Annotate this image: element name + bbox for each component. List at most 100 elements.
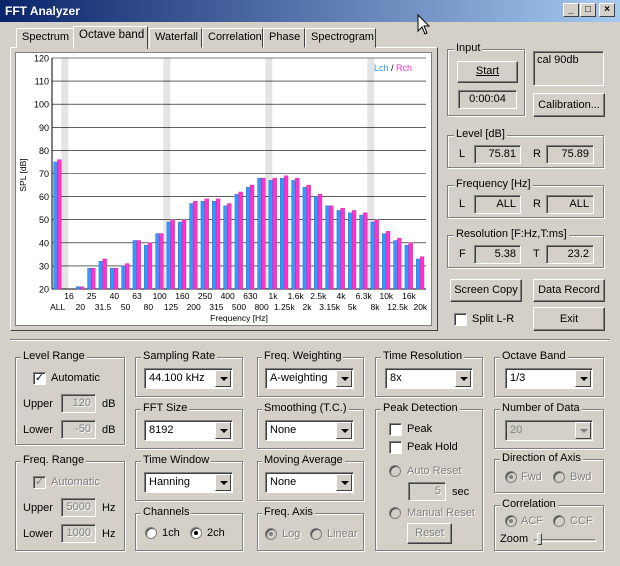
x-tick-label-row1: 40 [110,291,120,301]
bar-lch [404,244,409,290]
correlation-acf-radio[interactable] [505,515,517,527]
number-of-data-label: Number of Data [500,402,582,414]
x-tick-label-row1: 63 [132,291,142,301]
y-tick-label: 120 [34,54,49,64]
peak-hold-checkbox[interactable] [389,441,402,454]
window-title: FFT Analyzer [5,4,80,18]
bar-rch [295,177,300,290]
correlation-ccf-radio[interactable] [553,515,565,527]
freq-axis-label: Freq. Axis [262,506,315,518]
time-window-select[interactable]: Hanning [144,472,233,493]
x-tick-label-row1: 16 [64,291,74,301]
bar-lch [280,177,285,290]
time-resolution-value: 8x [390,372,402,384]
channels-1ch-radio[interactable] [145,527,157,539]
tab-octave-band[interactable]: Octave band [73,26,148,49]
start-button[interactable]: Start [457,61,518,83]
data-record-button[interactable]: Data Record [533,279,605,302]
tab-correlation[interactable]: Correlation [202,28,263,48]
zoom-slider-handle[interactable] [537,533,542,545]
x-tick-label-row2: 80 [144,302,154,312]
split-lr-label: Split L-R [472,313,515,325]
x-tick-label-row1: 25 [87,291,97,301]
x-tick-label-row1: 10k [379,291,393,301]
maximize-button[interactable]: □ [580,3,596,17]
chevron-down-icon[interactable] [336,370,352,387]
peak-checkbox[interactable] [389,423,402,436]
freq-lower-label: Lower [23,528,53,540]
minimize-button[interactable]: _ [563,3,579,17]
level-group-label: Level [dB] [454,128,507,140]
x-axis-label: Frequency [Hz] [210,313,268,323]
screen-copy-button[interactable]: Screen Copy [450,279,522,302]
moving-average-select[interactable]: None [265,472,354,493]
bar-rch [113,268,119,290]
number-of-data-select[interactable]: 20 [505,420,593,441]
smoothing-value: None [270,424,297,436]
freq-automatic-checkbox[interactable]: ✓ [33,476,46,489]
tab-phase[interactable]: Phase [263,28,305,48]
auto-reset-radio[interactable] [389,465,401,477]
chevron-down-icon[interactable] [215,422,231,439]
calibration-button[interactable]: Calibration... [533,93,605,117]
channels-2ch-radio[interactable] [190,527,202,539]
close-button[interactable]: × [599,3,615,17]
bar-rch [79,286,85,290]
bar-lch [200,201,205,290]
mouse-cursor-icon [417,14,431,35]
direction-fwd-radio[interactable] [505,471,517,483]
x-tick-label-row1: 250 [198,291,212,301]
bar-lch [393,240,398,290]
level-automatic-checkbox[interactable]: ✓ [33,372,46,385]
y-tick-label: 90 [39,123,49,133]
auto-reset-seconds-input[interactable]: 5 [408,482,446,501]
exit-button[interactable]: Exit [533,307,605,331]
x-tick-label-row1: 100 [153,291,167,301]
manual-reset-radio[interactable] [389,507,401,519]
freq-weighting-select[interactable]: A-weighting [265,368,354,389]
bar-rch [351,210,357,290]
freq-upper-unit: Hz [102,502,116,514]
moving-average-label: Moving Average [262,454,345,466]
chevron-down-icon[interactable] [336,474,352,491]
tab-spectrum[interactable]: Spectrum [16,28,74,48]
smoothing-select[interactable]: None [265,420,354,441]
split-lr-checkbox[interactable] [454,313,467,326]
direction-of-axis-label: Direction of Axis [500,452,583,464]
chevron-down-icon[interactable] [336,422,352,439]
legend: Lch / Rch [374,63,412,73]
x-tick-label-row2: 315 [209,302,223,312]
x-tick-label-row1: 6.3k [356,291,373,301]
chevron-down-icon[interactable] [215,474,231,491]
freq-axis-linear-radio[interactable] [310,528,322,540]
reset-button[interactable]: Reset [407,523,452,544]
fft-size-select[interactable]: 8192 [144,420,233,441]
freq-axis-log-radio[interactable] [265,528,277,540]
bar-rch [329,205,334,290]
y-tick-label: 80 [39,146,49,156]
x-tick-label-row2: 5k [348,302,358,312]
octave-band-select[interactable]: 1/3 [505,368,593,389]
direction-bwd-radio[interactable] [553,471,565,483]
freq-lower-input[interactable]: 1000 [61,524,96,543]
time-resolution-select[interactable]: 8x [385,368,473,389]
chevron-down-icon[interactable] [575,422,591,439]
resolution-f-label: F [459,248,466,260]
chevron-down-icon[interactable] [575,370,591,387]
freq-upper-input[interactable]: 5000 [61,498,96,517]
chevron-down-icon[interactable] [455,370,471,387]
number-of-data-value: 20 [510,424,523,436]
level-lower-input[interactable]: -50 [61,420,96,439]
bar-rch [272,177,277,290]
x-tick-label-row2: 8k [371,302,381,312]
x-tick-label-row1: 2.5k [310,291,327,301]
sampling-rate-select[interactable]: 44.100 kHz [144,368,233,389]
tab-spectrogram[interactable]: Spectrogram [305,28,376,48]
tab-waterfall[interactable]: Waterfall [149,28,202,48]
bar-rch [363,212,368,290]
level-upper-input[interactable]: 120 [61,394,96,413]
chevron-down-icon[interactable] [215,370,231,387]
y-axis-label: SPL [dB] [18,158,28,191]
zoom-slider-track[interactable] [534,539,596,542]
x-tick-label-row2: 1.25k [274,302,296,312]
